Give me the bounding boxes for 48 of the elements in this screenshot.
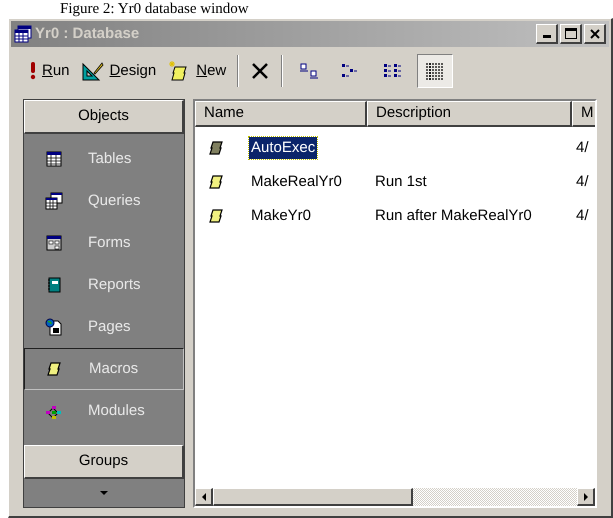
exclamation-icon: [30, 62, 36, 80]
groups-header[interactable]: Groups: [24, 445, 184, 479]
delete-x-icon: [250, 61, 270, 81]
list-view-icon: [383, 62, 404, 80]
toolbar-button[interactable]: Run: [27, 56, 73, 86]
database-window-icon: [14, 25, 32, 43]
scroll-icon: [209, 140, 225, 156]
macro-name[interactable]: AutoExec: [249, 136, 318, 160]
maximize-icon: [564, 28, 576, 39]
scroll-icon: [209, 208, 225, 224]
close-icon: [590, 28, 600, 38]
scroll-thumb[interactable]: [213, 488, 413, 506]
macro-name[interactable]: MakeRealYr0: [249, 170, 344, 194]
large-icons-icon: [299, 62, 320, 80]
close-button[interactable]: [584, 24, 606, 44]
column-header[interactable]: M: [572, 101, 595, 127]
scroll-down-icon: [100, 491, 108, 495]
macro-description: Run after MakeRealYr0: [375, 206, 532, 224]
table-cell-text: 4/: [575, 138, 589, 158]
toolbar-button[interactable]: Design: [78, 56, 160, 86]
macro-name[interactable]: MakeYr0: [249, 204, 314, 228]
column-header[interactable]: Name: [195, 101, 367, 127]
left-arrow-icon: [202, 492, 206, 500]
form-icon: [46, 235, 62, 251]
set-square-pencil-icon: [82, 61, 104, 81]
window-title: Yr0 : Database: [35, 24, 140, 44]
scroll-icon: [209, 174, 225, 190]
minimize-icon: [542, 35, 550, 38]
stacked-tables-icon: [45, 192, 63, 210]
web-page-icon: [45, 318, 63, 336]
details-view-icon: [425, 62, 446, 80]
horizontal-scrollbar[interactable]: [195, 488, 595, 506]
column-header[interactable]: Description: [367, 101, 572, 127]
report-book-icon: [46, 277, 62, 293]
figure-caption: Figure 2: Yr0 database window: [59, 0, 250, 18]
scroll-right-button[interactable]: [577, 488, 595, 506]
toolbar-button[interactable]: New: [165, 56, 230, 86]
maximize-button[interactable]: [560, 24, 582, 44]
objects-header[interactable]: Objects: [24, 100, 184, 134]
right-arrow-icon: [584, 492, 588, 500]
table-cell-text: 4/: [575, 206, 589, 226]
macro-description: Run 1st: [375, 172, 427, 190]
scroll-icon: [47, 361, 63, 377]
table-grid-icon: [46, 151, 62, 167]
table-cell-text: 4/: [575, 172, 589, 192]
minimize-button[interactable]: [536, 24, 558, 44]
view-button[interactable]: [417, 54, 454, 88]
scroll-left-button[interactable]: [195, 488, 213, 506]
